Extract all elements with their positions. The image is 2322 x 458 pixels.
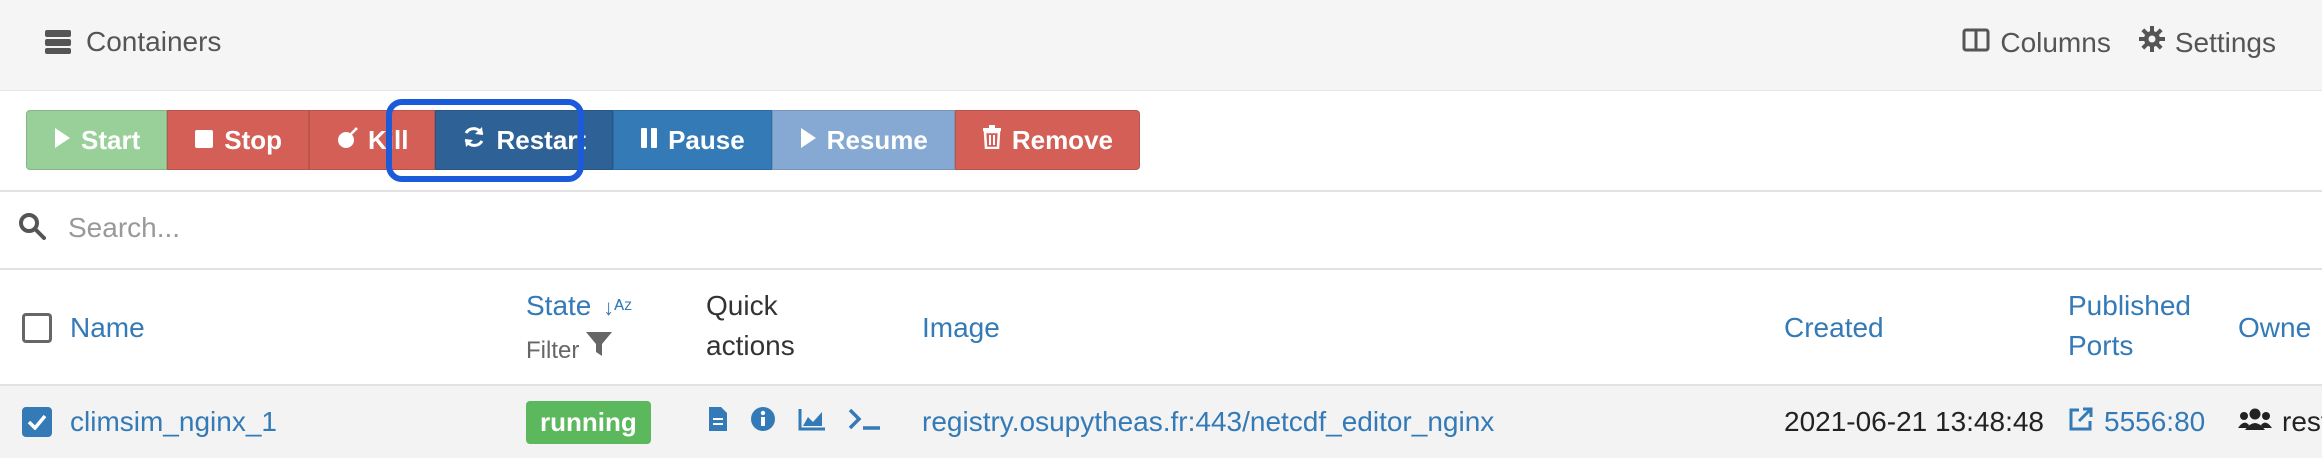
stop-button[interactable]: Stop xyxy=(167,110,310,170)
search-divider xyxy=(0,268,2322,270)
created-value: 2021-06-21 13:48:48 xyxy=(1784,406,2044,437)
state-filter[interactable]: Filter xyxy=(526,330,613,371)
port-value: 5556:80 xyxy=(2104,406,2206,437)
remove-label: Remove xyxy=(1011,124,1113,155)
owner-value: rest xyxy=(2282,406,2322,437)
table-header: Name State ↓ᴬᶻ Filter Quick actions Imag… xyxy=(0,272,2322,384)
owner-column-header[interactable]: Owne xyxy=(2238,308,2311,348)
inspect-info-icon[interactable] xyxy=(750,406,776,439)
image-column-header[interactable]: Image xyxy=(922,308,1000,348)
restart-focus-highlight xyxy=(386,99,584,182)
select-all-checkbox[interactable] xyxy=(22,313,52,343)
start-button[interactable]: Start xyxy=(26,110,168,170)
published-ports-header-line1[interactable]: Published xyxy=(2068,286,2191,326)
header-actions: Columns Settings xyxy=(1962,26,2276,59)
table-row[interactable]: climsim_nginx_1 running registry.osupyth… xyxy=(0,386,2322,458)
start-label: Start xyxy=(81,124,141,155)
pause-button[interactable]: Pause xyxy=(613,110,772,170)
server-icon xyxy=(44,29,72,55)
pause-icon xyxy=(640,125,658,156)
play-icon xyxy=(799,125,817,156)
trash-icon xyxy=(982,124,1002,156)
search-bar xyxy=(18,198,2308,258)
play-icon xyxy=(53,125,71,156)
filter-icon xyxy=(585,330,613,371)
bomb-icon xyxy=(336,125,358,156)
pause-label: Pause xyxy=(668,124,745,155)
quick-actions-cell xyxy=(708,386,882,458)
state-filter-label: Filter xyxy=(526,336,580,364)
columns-icon xyxy=(1962,27,1990,59)
remove-button[interactable]: Remove xyxy=(954,110,1140,170)
sort-alpha-icon: ↓ᴬᶻ xyxy=(603,295,633,320)
resume-button[interactable]: Resume xyxy=(771,110,955,170)
console-terminal-icon[interactable] xyxy=(848,406,882,438)
settings-label: Settings xyxy=(2174,26,2276,58)
columns-button[interactable]: Columns xyxy=(1962,26,2111,59)
status-badge: running xyxy=(526,400,651,444)
stop-icon xyxy=(194,125,214,156)
quick-actions-header-line1: Quick xyxy=(706,290,778,321)
settings-button[interactable]: Settings xyxy=(2138,26,2276,59)
stop-label: Stop xyxy=(224,124,283,155)
owner-cell: rest xyxy=(2238,386,2322,458)
panel-title-text: Containers xyxy=(86,26,222,57)
gear-icon xyxy=(2138,26,2165,59)
state-column-header[interactable]: State ↓ᴬᶻ xyxy=(526,286,632,328)
state-cell: running xyxy=(526,386,651,458)
toolbar-divider xyxy=(0,190,2322,192)
created-column-header[interactable]: Created xyxy=(1784,308,1884,348)
panel-header: Containers Columns Settings xyxy=(0,0,2322,91)
containers-panel: Containers Columns Settings Start Stop K… xyxy=(0,0,2322,458)
stats-chart-icon[interactable] xyxy=(798,406,826,438)
name-column-header[interactable]: Name xyxy=(70,308,145,348)
columns-label: Columns xyxy=(2000,26,2111,58)
state-header-label: State xyxy=(526,290,592,321)
users-icon xyxy=(2238,406,2272,438)
image-link[interactable]: registry.osupytheas.fr:443/netcdf_editor… xyxy=(922,386,1494,458)
published-ports-header-line2[interactable]: Ports xyxy=(2068,326,2133,366)
quick-actions-header-line2: actions xyxy=(706,330,795,361)
search-input[interactable] xyxy=(66,211,1870,245)
search-icon xyxy=(18,212,46,245)
resume-label: Resume xyxy=(826,124,928,155)
logs-file-icon[interactable] xyxy=(708,406,728,439)
row-select-checkbox[interactable] xyxy=(22,407,52,437)
container-name-link[interactable]: climsim_nginx_1 xyxy=(70,386,277,458)
row-checkbox-cell xyxy=(22,386,52,458)
panel-title: Containers xyxy=(44,26,221,58)
published-port-link[interactable]: 5556:80 xyxy=(2068,386,2205,458)
external-link-icon xyxy=(2068,406,2094,439)
